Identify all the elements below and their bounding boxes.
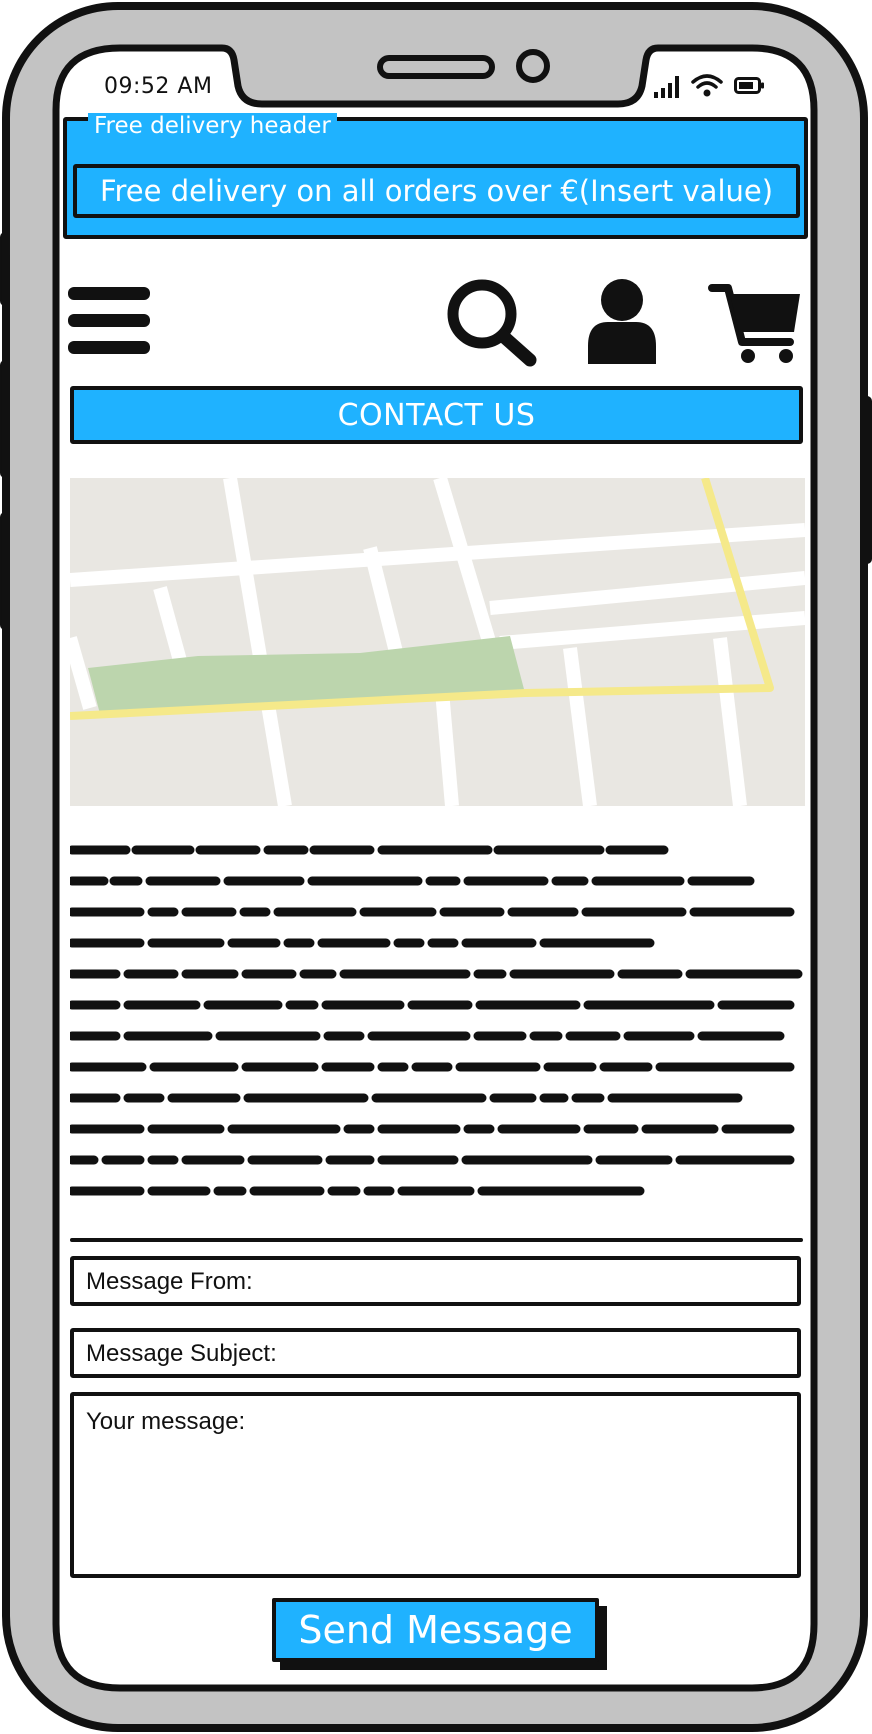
search-icon[interactable] — [444, 276, 540, 368]
message-subject-field[interactable]: Message Subject: — [70, 1328, 801, 1378]
message-body-label: Your message: — [86, 1408, 246, 1435]
send-message-button[interactable]: Send Message — [272, 1598, 599, 1662]
status-time: 09:52 AM — [104, 74, 213, 99]
wifi-icon — [691, 74, 723, 97]
free-delivery-legend: Free delivery header — [88, 113, 337, 139]
map-image — [70, 478, 805, 806]
user-icon[interactable] — [584, 276, 660, 366]
message-subject-label: Message Subject: — [86, 1340, 277, 1367]
battery-icon — [734, 77, 764, 94]
placeholder-text — [70, 845, 803, 1196]
section-divider — [70, 1238, 803, 1242]
cart-icon[interactable] — [708, 280, 804, 366]
free-delivery-banner: Free delivery on all orders over €(Inser… — [73, 164, 800, 218]
signal-icon — [654, 76, 679, 98]
message-from-field[interactable]: Message From: — [70, 1256, 801, 1306]
message-from-label: Message From: — [86, 1268, 253, 1295]
menu-icon[interactable] — [66, 283, 152, 359]
page-title: CONTACT US — [70, 386, 803, 444]
message-body-field[interactable]: Your message: — [70, 1392, 801, 1578]
